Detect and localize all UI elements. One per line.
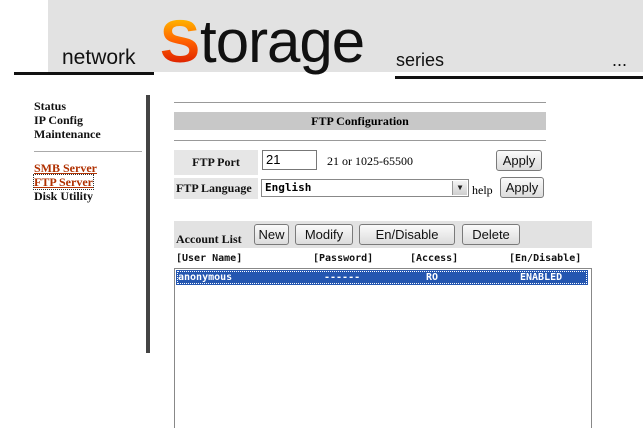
ftp-language-label: FTP Language [174,178,258,199]
new-account-button[interactable]: New [254,224,289,245]
account-list-title: Account List [176,232,242,246]
header-rule-right [395,76,643,79]
header-storage-logo: Storage [160,12,365,72]
cell-user: anonymous [178,272,233,283]
header-network-text: network [62,46,136,69]
sidebar-item-smb-server[interactable]: SMB Server [34,161,97,175]
ftp-port-label: FTP Port [174,150,258,175]
sidebar-separator [146,95,150,353]
header-storage-rest: torage [200,8,365,75]
sidebar-item-status[interactable]: Status [34,99,66,113]
ftp-help-link[interactable]: help [472,183,493,198]
delete-account-button[interactable]: Delete [462,224,520,245]
ftp-language-apply-button[interactable]: Apply [500,177,544,198]
column-header-endisable: [En/Disable] [509,253,582,264]
divider [174,140,546,141]
table-row[interactable]: anonymous ------ RO ENABLED [176,270,588,285]
ftp-port-hint: 21 or 1025-65500 [327,154,413,168]
sidebar-item-disk-utility[interactable]: Disk Utility [34,189,93,203]
sidebar-item-ip-config[interactable]: IP Config [34,113,83,127]
account-list[interactable] [174,268,592,428]
header-more-text: ... [612,50,628,70]
divider [174,102,546,103]
column-header-access: [Access] [410,253,459,264]
ftp-language-value: English [265,181,312,194]
endisable-account-button[interactable]: En/Disable [359,224,455,245]
ftp-config-title: FTP Configuration [174,112,546,130]
header-storage-S: S [160,8,201,75]
cell-password: ------ [324,272,361,283]
column-header-password: [Password] [313,253,374,264]
ftp-language-select[interactable]: English ▼ [261,179,469,197]
cell-access: RO [426,272,439,283]
sidebar-divider [34,151,142,152]
header-series-text: series [396,50,445,70]
ftp-port-apply-button[interactable]: Apply [496,150,542,171]
cell-status: ENABLED [520,272,563,283]
chevron-down-icon[interactable]: ▼ [452,181,467,195]
sidebar-item-maintenance[interactable]: Maintenance [34,127,101,141]
modify-account-button[interactable]: Modify [295,224,353,245]
header-rule-left [14,72,154,75]
sidebar-item-ftp-server[interactable]: FTP Server [33,174,94,190]
column-header-user: [User Name] [176,253,243,264]
ftp-port-input[interactable]: 21 [262,150,317,170]
